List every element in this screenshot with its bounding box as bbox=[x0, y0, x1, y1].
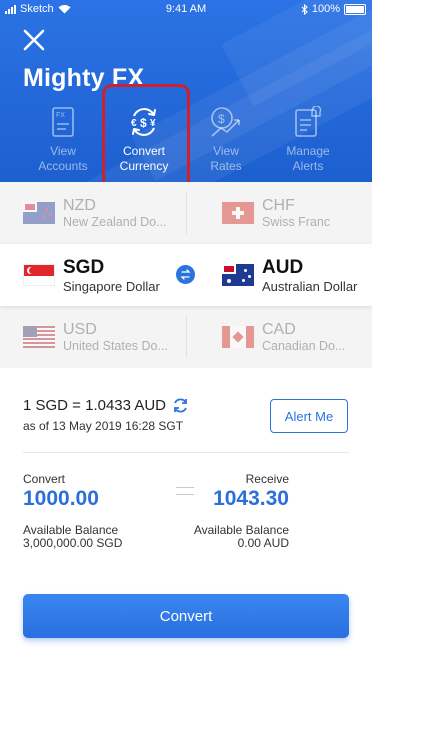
available-balance-value: 3,000,000.00 SGD bbox=[23, 536, 123, 550]
swap-currency-button[interactable] bbox=[176, 265, 195, 284]
app-screen: Sketch 9:41 AM 100% Mighty FX FX View Ac… bbox=[0, 0, 372, 729]
nz-flag-icon bbox=[23, 202, 55, 224]
us-flag-icon bbox=[23, 326, 55, 348]
currency-to-aud[interactable]: AUD Australian Dollar bbox=[222, 244, 357, 306]
currency-code: NZD bbox=[63, 196, 96, 214]
currency-code: SGD bbox=[63, 256, 105, 278]
accounts-doc-icon: FX bbox=[52, 107, 74, 137]
nav-view-rates-line1: View bbox=[213, 144, 239, 158]
exchange-rate: 1 SGD = 1.0433 AUD bbox=[23, 397, 189, 414]
convert-button[interactable]: Convert bbox=[23, 594, 349, 638]
highlight-box bbox=[102, 84, 190, 194]
currency-name: United States Do... bbox=[63, 338, 168, 353]
receive-amount: 1043.30 bbox=[213, 487, 289, 510]
nav-manage-alerts-line2: Alerts bbox=[292, 159, 324, 173]
nav-manage-alerts-line1: Manage bbox=[286, 144, 330, 158]
battery-percent: 100% bbox=[311, 3, 340, 15]
currency-name: Australian Dollar bbox=[262, 278, 358, 294]
convert-label: Convert bbox=[23, 472, 66, 486]
au-flag-icon bbox=[222, 264, 254, 286]
currency-row-bottom: USD United States Do... CAD Canadian Do.… bbox=[0, 306, 372, 368]
currency-code: USD bbox=[63, 320, 97, 338]
currency-code: AUD bbox=[262, 256, 304, 278]
svg-text:$: $ bbox=[218, 112, 225, 126]
available-balance-left: Available Balance 3,000,000.00 SGD bbox=[23, 524, 122, 550]
currency-name: Singapore Dollar bbox=[63, 278, 160, 294]
currency-option-usd[interactable]: USD United States Do... bbox=[23, 306, 168, 368]
available-balance-value: 0.00 AUD bbox=[237, 536, 289, 550]
currency-option-chf[interactable]: CHF Swiss Franc bbox=[222, 182, 330, 244]
nav-view-accounts-line1: View bbox=[50, 144, 76, 158]
row-divider bbox=[186, 192, 187, 234]
equals-icon bbox=[176, 487, 194, 497]
currency-option-cad[interactable]: CAD Canadian Do... bbox=[222, 306, 345, 368]
nav-view-accounts[interactable]: FX View Accounts bbox=[23, 104, 103, 182]
status-bar: Sketch 9:41 AM 100% bbox=[0, 0, 372, 18]
receive-label: Receive bbox=[245, 472, 289, 486]
nav-view-rates[interactable]: $ View Rates bbox=[185, 104, 267, 182]
battery-icon bbox=[344, 3, 366, 15]
currency-from-sgd[interactable]: SGD Singapore Dollar bbox=[23, 244, 160, 306]
rates-chart-icon: $ bbox=[211, 107, 240, 137]
bluetooth-icon bbox=[301, 3, 308, 15]
nav-view-accounts-line2: Accounts bbox=[38, 159, 88, 173]
currency-option-nzd[interactable]: NZD New Zealand Do... bbox=[23, 182, 167, 244]
close-icon[interactable] bbox=[22, 28, 46, 52]
swap-arrows-icon bbox=[180, 269, 191, 280]
currency-name: New Zealand Do... bbox=[63, 214, 167, 229]
row-divider bbox=[186, 316, 187, 358]
section-divider bbox=[23, 452, 349, 453]
ca-flag-icon bbox=[222, 326, 254, 348]
convert-amount-input[interactable]: 1000.00 bbox=[23, 487, 99, 511]
alerts-doc-icon bbox=[295, 106, 322, 137]
currency-row-selected: SGD Singapore Dollar AUD Australian Doll… bbox=[0, 244, 372, 306]
alert-me-button[interactable]: Alert Me bbox=[270, 399, 348, 433]
refresh-icon[interactable] bbox=[172, 397, 189, 414]
currency-row-top: NZD New Zealand Do... CHF Swiss Franc bbox=[0, 182, 372, 244]
ch-flag-icon bbox=[222, 202, 254, 224]
currency-name: Swiss Franc bbox=[262, 214, 331, 229]
sg-flag-icon bbox=[23, 264, 55, 286]
currency-name: Canadian Do... bbox=[262, 338, 346, 353]
available-balance-right: Available Balance 0.00 AUD bbox=[194, 524, 289, 550]
rate-timestamp: as of 13 May 2019 16:28 SGT bbox=[23, 419, 184, 433]
svg-text:FX: FX bbox=[56, 112, 65, 119]
exchange-rate-text: 1 SGD = 1.0433 AUD bbox=[23, 397, 166, 414]
nav-manage-alerts[interactable]: Manage Alerts bbox=[267, 104, 349, 182]
currency-code: CAD bbox=[262, 320, 296, 338]
nav-view-rates-line2: Rates bbox=[210, 159, 242, 173]
currency-code: CHF bbox=[262, 196, 295, 214]
